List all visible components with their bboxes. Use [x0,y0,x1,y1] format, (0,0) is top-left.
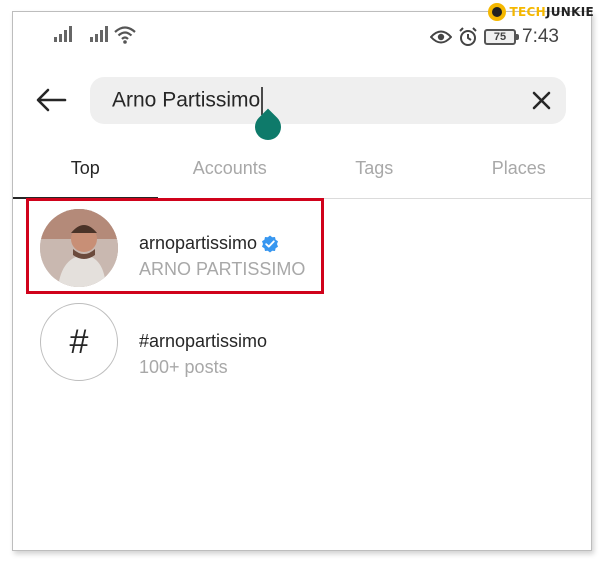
hashtag-post-count: 100+ posts [139,357,228,377]
eye-icon [430,30,453,44]
text-caret [261,86,263,115]
hashtag-icon: # [40,303,118,381]
signal-strength-icon [90,26,108,42]
signal-strength-icon [54,26,72,42]
verified-badge-icon [262,235,279,252]
tab-places[interactable]: Places [447,147,592,198]
tab-tags[interactable]: Tags [302,147,447,198]
wifi-icon [114,26,136,44]
profile-photo [40,209,118,287]
back-arrow-icon[interactable] [35,88,67,112]
account-result-row[interactable]: arnopartissimo ARNO PARTISSIMO [13,205,591,287]
account-username: arnopartissimo [139,233,279,254]
clock: 7:43 [522,26,559,47]
tab-top[interactable]: Top [13,147,158,199]
watermark-badge-icon [487,3,506,21]
hashtag-name: #arnopartissimo [139,331,268,351]
clear-search-icon[interactable] [531,90,552,111]
phone-screen: 75 7:43 Arno Partissimo Top Accounts Tag… [12,11,592,551]
watermark-text: TECHJUNKIE [509,5,594,19]
hashtag-result-row[interactable]: # #arnopartissimo 100+ posts [13,303,591,383]
watermark-logo: TECHJUNKIE [487,2,594,22]
battery-icon: 75 [484,29,520,45]
search-query-text[interactable]: Arno Partissimo [112,86,263,115]
search-tabs: Top Accounts Tags Places [13,147,591,199]
search-input[interactable]: Arno Partissimo [90,77,566,124]
avatar [40,209,118,287]
tab-accounts[interactable]: Accounts [158,147,303,198]
account-full-name: ARNO PARTISSIMO [139,259,306,279]
alarm-clock-icon [459,27,477,46]
status-right-group: 75 7:43 [430,26,559,48]
username-text: arnopartissimo [139,233,258,253]
